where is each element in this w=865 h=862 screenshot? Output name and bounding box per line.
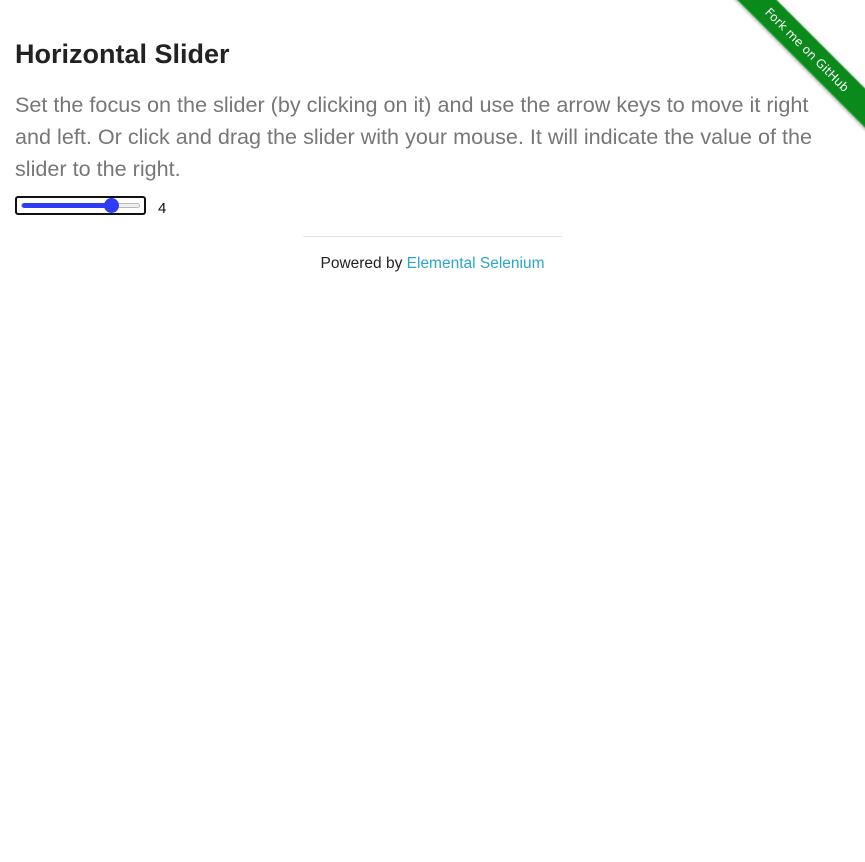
slider-fill — [22, 203, 113, 208]
slider-container: 4 — [15, 196, 315, 217]
horizontal-slider[interactable] — [15, 196, 146, 215]
footer-divider — [303, 236, 562, 237]
slider-thumb[interactable] — [104, 198, 120, 213]
slider-value: 4 — [158, 200, 167, 217]
footer: Powered by Elemental Selenium — [0, 255, 865, 273]
fork-me-on-github-link[interactable]: Fork me on GitHub — [726, 0, 865, 131]
slider-track[interactable] — [21, 203, 140, 208]
footer-prefix: Powered by — [320, 255, 407, 272]
elemental-selenium-link[interactable]: Elemental Selenium — [407, 255, 545, 272]
page-description: Set the focus on the slider (by clicking… — [15, 92, 812, 181]
github-ribbon: Fork me on GitHub — [716, 0, 865, 149]
page-title: Horizontal Slider — [15, 39, 230, 69]
